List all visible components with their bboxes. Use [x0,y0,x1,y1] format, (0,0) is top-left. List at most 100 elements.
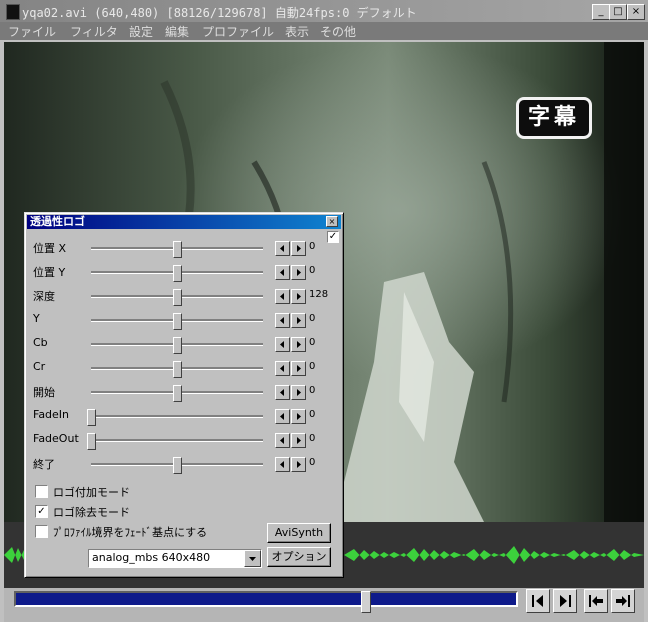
profile-fade-base-checkbox[interactable] [35,525,48,538]
seek-bar[interactable] [14,591,518,613]
slider-thumb[interactable] [173,241,182,258]
slider-label: 終了 [33,458,55,471]
decrement-button[interactable] [275,433,290,448]
slider-value: 0 [309,265,316,276]
left-arrow-icon [280,269,284,276]
increment-button[interactable] [291,265,306,280]
slider-row-depth: 深度 128 [25,285,343,306]
right-arrow-icon [297,293,301,300]
increment-button[interactable] [291,241,306,256]
menu-filter[interactable]: フィルタ [70,23,118,40]
logo-remove-mode-label: ロゴ除去モード [53,506,130,519]
menu-other[interactable]: その他 [320,23,356,40]
logo-add-mode-label: ロゴ付加モード [53,486,130,499]
slider-thumb[interactable] [173,361,182,378]
increment-button[interactable] [291,385,306,400]
increment-button[interactable] [291,313,306,328]
right-arrow-icon [297,437,301,444]
decrement-button[interactable] [275,457,290,472]
right-arrow-icon [297,317,301,324]
slider-thumb[interactable] [173,337,182,354]
slider-thumb[interactable] [173,313,182,330]
go-start-button[interactable] [584,589,608,613]
next-frame-icon [560,595,571,607]
slider-label: 位置 X [33,242,67,255]
slider-label: 位置 Y [33,266,66,279]
go-end-button[interactable] [611,589,635,613]
logo-add-mode-checkbox[interactable] [35,485,48,498]
slider-value: 0 [309,337,316,348]
slider-row-pos-x: 位置 X 0 [25,237,343,258]
slider-label: Cb [33,336,48,349]
slider-label: Y [33,312,40,325]
slider-value: 128 [309,289,329,300]
decrement-button[interactable] [275,337,290,352]
increment-button[interactable] [291,409,306,424]
slider-track[interactable] [87,409,263,426]
decrement-button[interactable] [275,289,290,304]
seek-thumb[interactable] [361,591,371,613]
decrement-button[interactable] [275,385,290,400]
minimize-button[interactable]: _ [592,4,610,20]
next-frame-button[interactable] [553,589,577,613]
slider-track[interactable] [91,385,263,402]
slider-track[interactable] [87,433,263,450]
increment-button[interactable] [291,361,306,376]
decrement-button[interactable] [275,361,290,376]
decrement-button[interactable] [275,313,290,328]
slider-track[interactable] [91,361,263,378]
dialog-close-button[interactable]: × [326,216,338,227]
slider-value: 0 [309,409,316,420]
slider-thumb[interactable] [173,265,182,282]
decrement-button[interactable] [275,265,290,280]
increment-button[interactable] [291,289,306,304]
slider-track[interactable] [91,313,263,330]
menu-file[interactable]: ファイル [8,23,56,40]
left-arrow-icon [280,461,284,468]
menu-view[interactable]: 表示 [285,23,309,40]
left-arrow-icon [280,437,284,444]
close-button[interactable]: × [627,4,645,20]
slider-thumb[interactable] [173,457,182,474]
slider-thumb[interactable] [87,433,96,450]
slider-track[interactable] [91,289,263,306]
slider-thumb[interactable] [173,289,182,306]
right-arrow-icon [297,413,301,420]
increment-button[interactable] [291,457,306,472]
decrement-button[interactable] [275,241,290,256]
logo-remove-mode-checkbox[interactable]: ✓ [35,505,48,518]
menu-settings[interactable]: 設定 [129,23,153,40]
subtitle-badge: 字幕 [516,97,592,139]
right-arrow-icon [297,269,301,276]
slider-thumb[interactable] [87,409,96,426]
increment-button[interactable] [291,337,306,352]
menu-profile[interactable]: プロファイル [202,23,274,40]
slider-track[interactable] [91,457,263,474]
prev-frame-icon [532,595,543,607]
logo-select-value: analog_mbs 640x480 [92,551,211,564]
decrement-button[interactable] [275,409,290,424]
slider-track[interactable] [91,265,263,282]
slider-track[interactable] [91,337,263,354]
slider-label: Cr [33,360,46,373]
dropdown-arrow-icon[interactable] [244,550,261,567]
slider-row-cb: Cb 0 [25,333,343,354]
slider-track[interactable] [91,241,263,258]
slider-thumb[interactable] [173,385,182,402]
slider-value: 0 [309,433,316,444]
avisynth-button[interactable]: AviSynth [267,523,331,543]
slider-row-fadeout: FadeOut 0 [25,429,343,450]
prev-frame-button[interactable] [526,589,550,613]
right-arrow-icon [297,461,301,468]
option-button[interactable]: オプション [267,547,331,567]
right-arrow-icon [297,341,301,348]
logo-select[interactable]: analog_mbs 640x480 [88,549,262,568]
film-icon [6,4,20,20]
maximize-button[interactable]: □ [609,4,627,20]
slider-row-cr: Cr 0 [25,357,343,378]
menu-edit[interactable]: 編集 [165,23,189,40]
slider-row-fadein: FadeIn 0 [25,405,343,426]
left-arrow-icon [280,293,284,300]
go-end-icon [616,595,630,607]
increment-button[interactable] [291,433,306,448]
